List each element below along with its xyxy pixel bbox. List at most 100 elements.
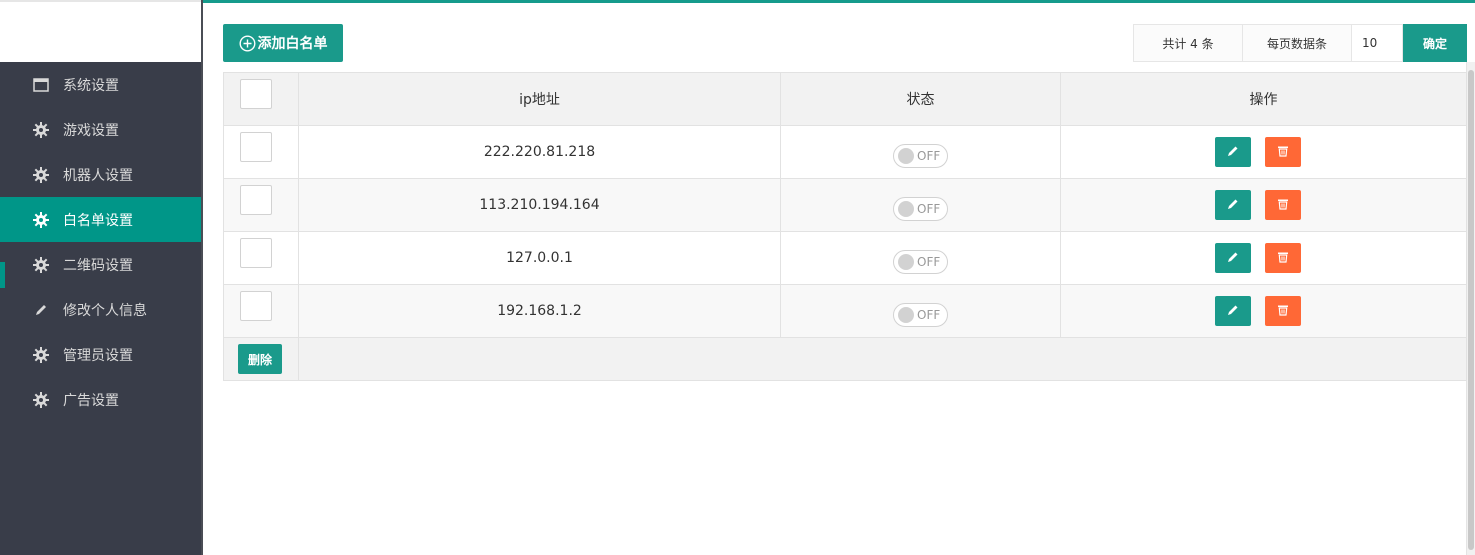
pencil-icon [1227, 145, 1239, 160]
table-row: 192.168.1.2 OFF [223, 284, 1467, 338]
sidebar-item-whitelist-settings[interactable]: 白名单设置 [0, 197, 201, 242]
gear-icon [32, 346, 50, 364]
edit-button[interactable] [1214, 137, 1251, 167]
edit-button[interactable] [1214, 243, 1251, 273]
column-header-status: 状态 [780, 72, 1061, 126]
gear-icon [32, 256, 50, 274]
toggle-knob [898, 307, 914, 323]
confirm-button[interactable]: 确定 [1403, 24, 1467, 62]
ip-address-cell: 127.0.0.1 [298, 231, 781, 285]
row-checkbox-cell [223, 178, 299, 232]
add-whitelist-label: 添加白名单 [257, 36, 328, 52]
row-checkbox[interactable] [240, 132, 272, 162]
row-checkbox[interactable] [240, 238, 272, 268]
table-row: 222.220.81.218 OFF [223, 125, 1467, 179]
actions-cell [1060, 125, 1467, 179]
sidebar-item-edit-profile[interactable]: 修改个人信息 [0, 287, 201, 332]
delete-button[interactable] [1264, 296, 1301, 326]
footer-empty-cell [298, 337, 1467, 381]
table-row: 127.0.0.1 OFF [223, 231, 1467, 285]
status-toggle[interactable]: OFF [893, 250, 948, 274]
ip-address-cell: 192.168.1.2 [298, 284, 781, 338]
window-icon [32, 76, 50, 94]
table-row: 113.210.194.164 OFF [223, 178, 1467, 232]
sidebar-divider [201, 0, 203, 555]
trash-icon [1277, 198, 1289, 213]
add-whitelist-button[interactable]: 添加白名单 [223, 24, 343, 62]
status-toggle[interactable]: OFF [893, 197, 948, 221]
sidebar-item-ad-settings[interactable]: 广告设置 [0, 377, 201, 422]
status-cell: OFF [780, 231, 1061, 285]
footer-action-cell: 删除 [223, 337, 299, 381]
sidebar-item-label: 系统设置 [63, 77, 119, 94]
table-header-row: ip地址 状态 操作 [223, 72, 1467, 126]
select-all-checkbox[interactable] [240, 79, 272, 109]
ip-address-cell: 222.220.81.218 [298, 125, 781, 179]
sidebar-item-label: 二维码设置 [63, 257, 133, 274]
batch-delete-button[interactable]: 删除 [238, 344, 282, 374]
sidebar-scroll-marker [0, 262, 5, 288]
pencil-icon [1227, 304, 1239, 319]
status-cell: OFF [780, 178, 1061, 232]
actions-cell [1060, 231, 1467, 285]
delete-button[interactable] [1264, 137, 1301, 167]
plus-circle-icon [238, 34, 256, 52]
gear-icon [32, 211, 50, 229]
toggle-text: OFF [917, 308, 941, 322]
sidebar-item-qrcode-settings[interactable]: 二维码设置 [0, 242, 201, 287]
sidebar-item-label: 机器人设置 [63, 167, 133, 184]
scrollbar-thumb[interactable] [1468, 70, 1474, 550]
pencil-icon [32, 301, 50, 319]
status-toggle[interactable]: OFF [893, 303, 948, 327]
delete-button[interactable] [1264, 190, 1301, 220]
row-checkbox-cell [223, 284, 299, 338]
row-checkbox-cell [223, 125, 299, 179]
gear-icon [32, 391, 50, 409]
actions-cell [1060, 178, 1467, 232]
row-checkbox[interactable] [240, 291, 272, 321]
edit-button[interactable] [1214, 296, 1251, 326]
sidebar-item-label: 游戏设置 [63, 122, 119, 139]
gear-icon [32, 166, 50, 184]
sidebar-item-admin-settings[interactable]: 管理员设置 [0, 332, 201, 377]
pencil-icon [1227, 251, 1239, 266]
column-header-actions: 操作 [1060, 72, 1467, 126]
delete-button[interactable] [1264, 243, 1301, 273]
ip-address-cell: 113.210.194.164 [298, 178, 781, 232]
row-checkbox-cell [223, 231, 299, 285]
toggle-knob [898, 148, 914, 164]
trash-icon [1277, 251, 1289, 266]
per-page-label: 每页数据条 [1243, 24, 1352, 62]
trash-icon [1277, 304, 1289, 319]
sidebar-item-label: 白名单设置 [63, 212, 133, 229]
header-checkbox-cell [223, 72, 299, 126]
actions-cell [1060, 284, 1467, 338]
edit-button[interactable] [1214, 190, 1251, 220]
toggle-text: OFF [917, 255, 941, 269]
toggle-knob [898, 254, 914, 270]
sidebar-item-robot-settings[interactable]: 机器人设置 [0, 152, 201, 197]
column-header-ip: ip地址 [298, 72, 781, 126]
status-cell: OFF [780, 125, 1061, 179]
status-cell: OFF [780, 284, 1061, 338]
sidebar-item-system-settings[interactable]: 系统设置 [0, 62, 201, 107]
table-footer-row: 删除 [223, 337, 1467, 381]
sidebar-item-game-settings[interactable]: 游戏设置 [0, 107, 201, 152]
sidebar-item-label: 修改个人信息 [63, 302, 147, 319]
total-count: 共计 4 条 [1133, 24, 1243, 62]
pencil-icon [1227, 198, 1239, 213]
pagination-bar: 共计 4 条 每页数据条 确定 [1133, 24, 1467, 62]
sidebar-logo-area [0, 0, 202, 62]
sidebar-item-label: 管理员设置 [63, 347, 133, 364]
toggle-knob [898, 201, 914, 217]
sidebar-item-label: 广告设置 [63, 392, 119, 409]
status-toggle[interactable]: OFF [893, 144, 948, 168]
row-checkbox[interactable] [240, 185, 272, 215]
gear-icon [32, 121, 50, 139]
trash-icon [1277, 145, 1289, 160]
per-page-input[interactable] [1352, 24, 1403, 62]
toggle-text: OFF [917, 149, 941, 163]
toggle-text: OFF [917, 202, 941, 216]
sidebar-menu: 系统设置 游戏设置 机器人设置 白名单设置 二维码设置 修改个人信息 管理员设置… [0, 62, 201, 422]
whitelist-table: ip地址 状态 操作 222.220.81.218 OFF 113.210.19… [223, 72, 1467, 381]
